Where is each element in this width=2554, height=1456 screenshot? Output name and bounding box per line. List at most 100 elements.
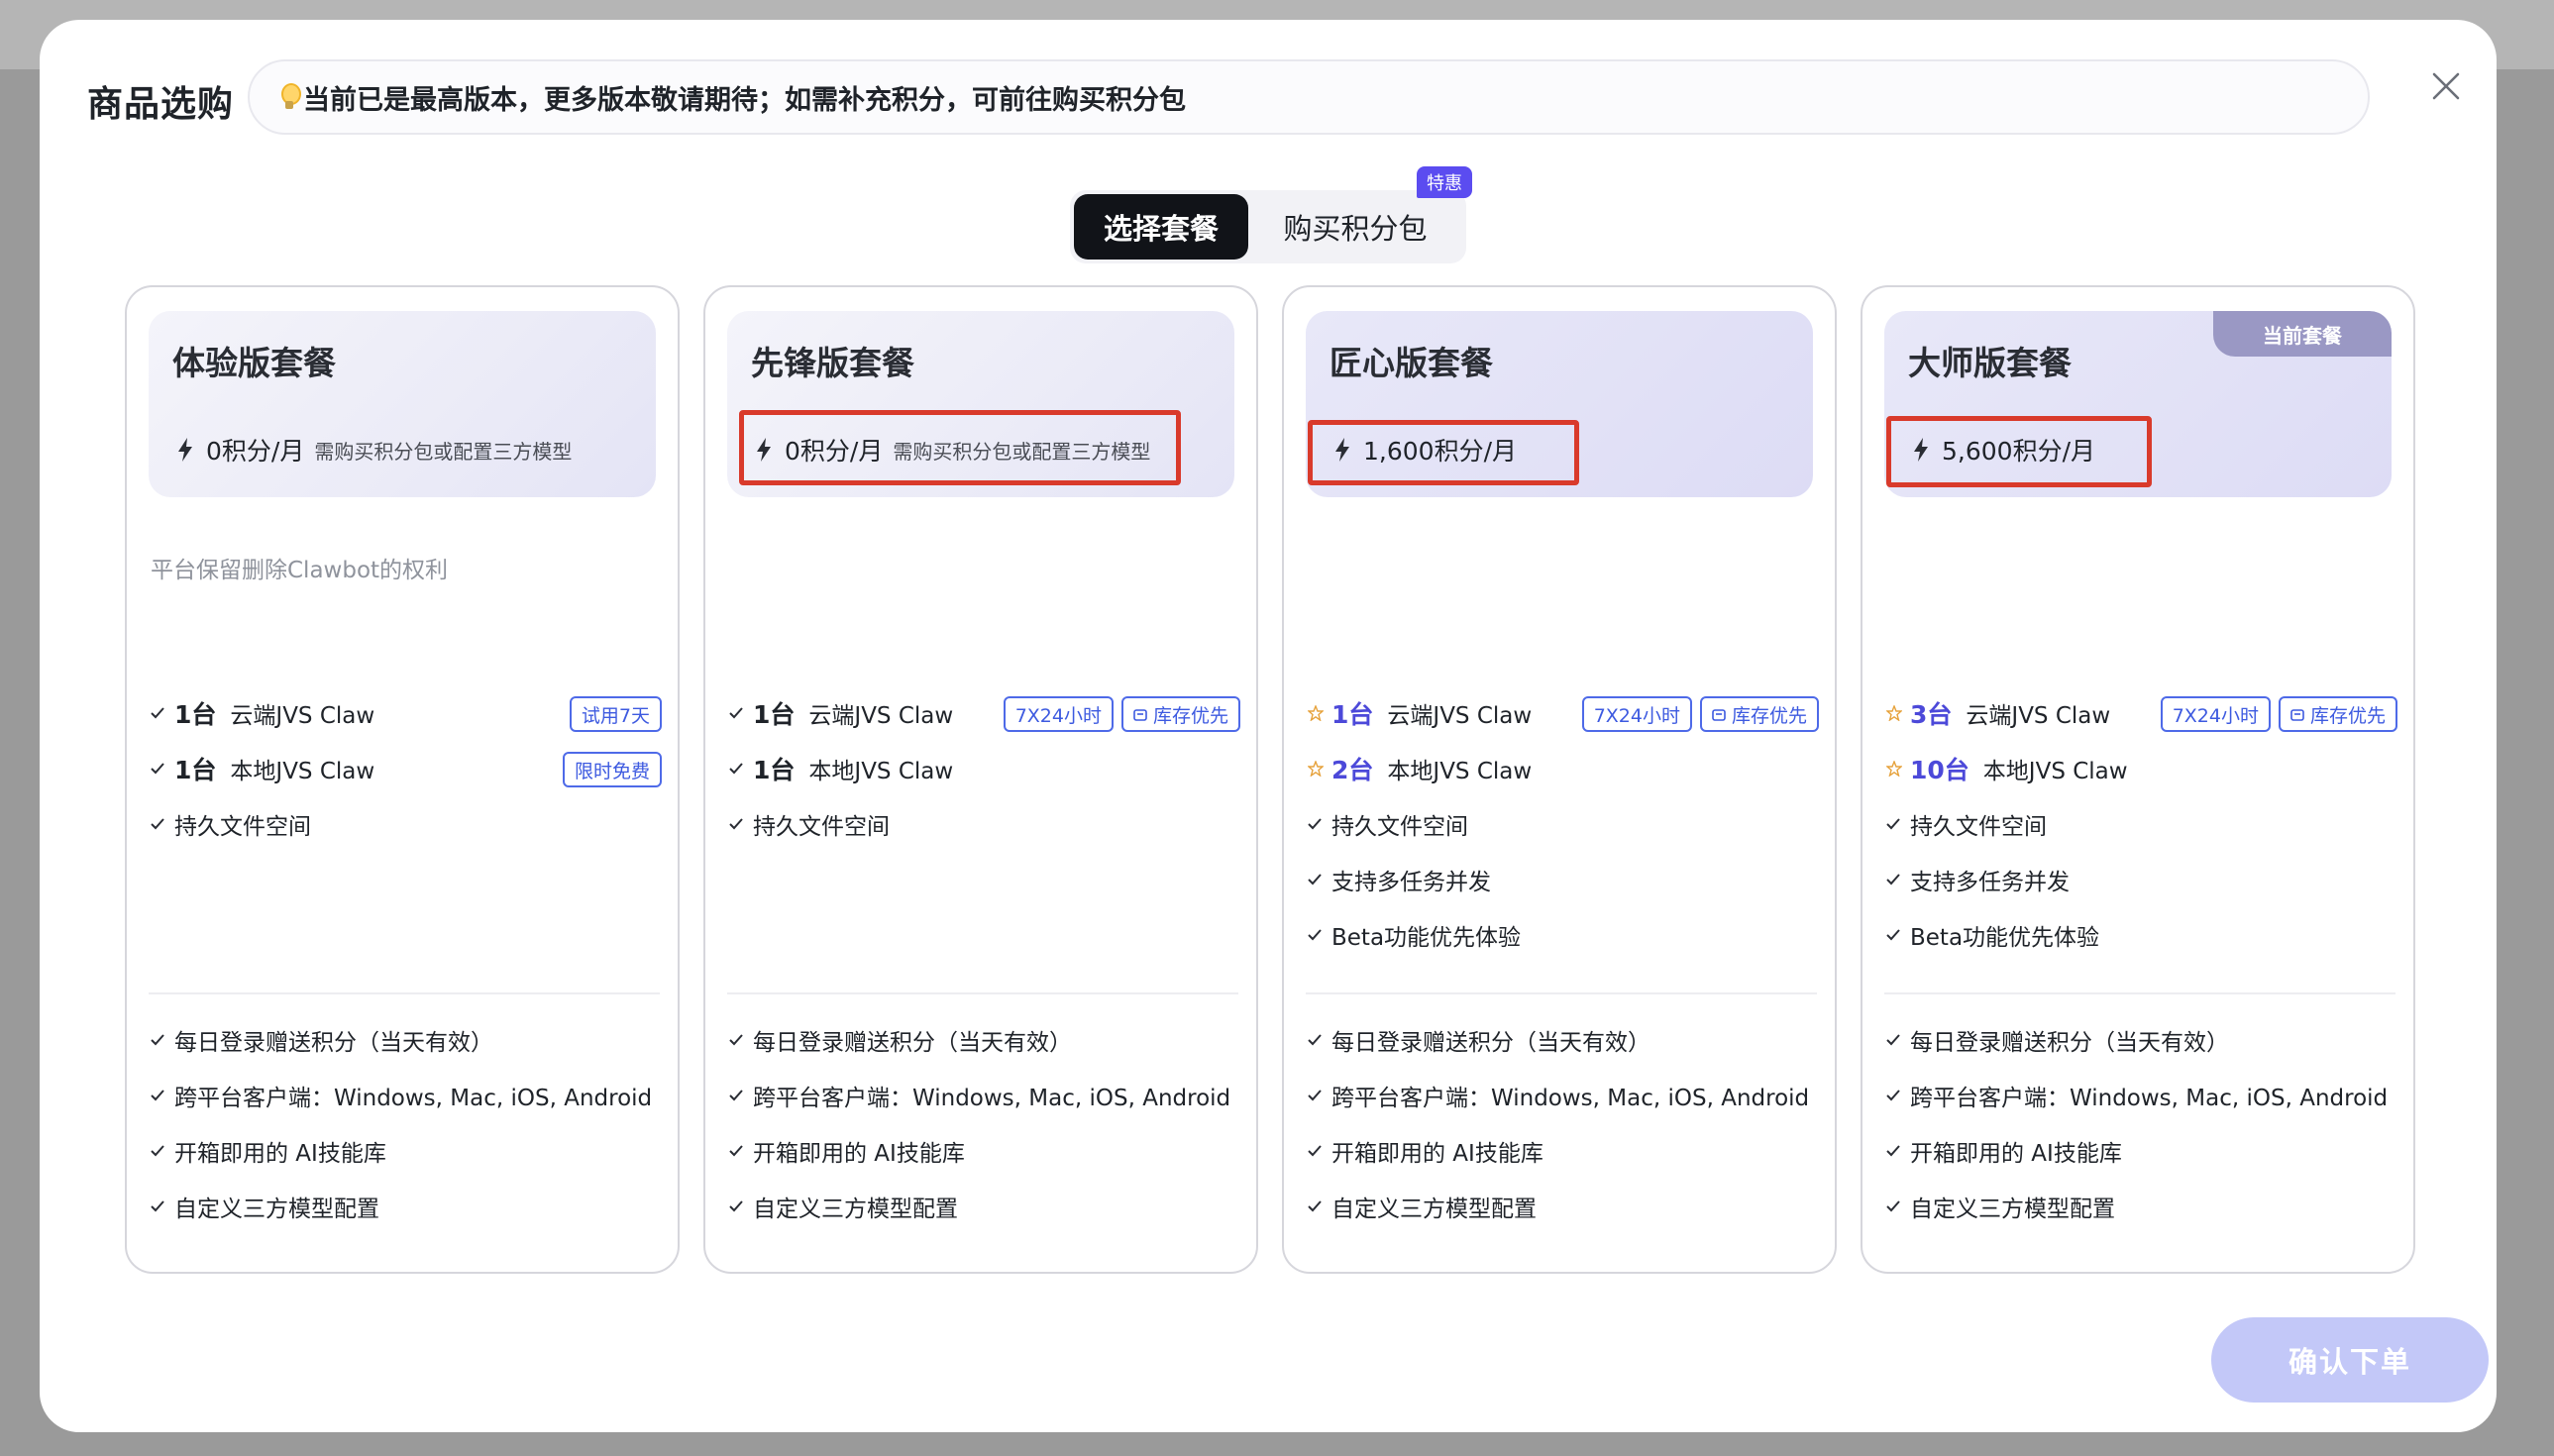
plan-card-master[interactable]: 当前套餐 大师版套餐 5,600积分/月 3台 云端JVS Claw 7X24小…: [1861, 285, 2415, 1274]
list-item: 自定义三方模型配置: [1886, 1179, 2397, 1234]
check-icon: [151, 1145, 164, 1157]
tag-badge-stock: 库存优先: [1120, 696, 1240, 732]
list-item: 自定义三方模型配置: [729, 1179, 1240, 1234]
list-item: 1台 本地JVS Claw 限时免费: [151, 741, 662, 796]
check-icon: [1308, 1034, 1322, 1046]
check-icon: [729, 1034, 743, 1046]
price-text: 5,600积分/月: [1942, 437, 2095, 466]
card-header: 体验版套餐 0积分/月 需购买积分包或配置三方模型: [149, 311, 656, 497]
common-feature-list: 每日登录赠送积分（当天有效） 跨平台客户端：Windows, Mac, iOS,…: [729, 1012, 1240, 1234]
list-item: 跨平台客户端：Windows, Mac, iOS, Android: [1886, 1068, 2397, 1123]
list-item: 1台 云端JVS Claw 7X24小时 库存优先: [1308, 685, 1819, 741]
box-icon: [1712, 709, 1726, 721]
purchase-modal: 商品选购 当前已是最高版本，更多版本敬请期待；如需补充积分，可前往购买积分包 选…: [40, 20, 2497, 1432]
feature-text: 自定义三方模型配置: [753, 1196, 958, 1222]
list-item: 支持多任务并发: [1886, 852, 2397, 907]
list-item: 跨平台客户端：Windows, Mac, iOS, Android: [1308, 1068, 1819, 1123]
list-item: 持久文件空间: [1886, 796, 2397, 852]
check-icon: [1308, 1200, 1322, 1212]
feature-text: 自定义三方模型配置: [174, 1196, 379, 1222]
star-icon: [1886, 705, 1902, 721]
check-icon: [1308, 1090, 1322, 1101]
lightning-icon: [1914, 438, 1928, 462]
card-title: 体验版套餐: [172, 344, 336, 382]
price-note: 需购买积分包或配置三方模型: [314, 439, 573, 464]
check-icon: [1308, 929, 1322, 941]
current-plan-badge: 当前套餐: [2213, 311, 2392, 357]
tag-badge: 试用7天: [569, 696, 662, 732]
feature-list: 1台 云端JVS Claw 7X24小时 库存优先 2台 本地JVS Claw …: [1308, 685, 1819, 963]
tab-buy-points[interactable]: 购买积分包: [1248, 194, 1462, 260]
list-item: 自定义三方模型配置: [1308, 1179, 1819, 1234]
price-text: 0积分/月: [785, 437, 884, 466]
check-icon: [151, 1034, 164, 1046]
feature-text: 开箱即用的 AI技能库: [1331, 1141, 1543, 1167]
plan-card-trial[interactable]: 体验版套餐 0积分/月 需购买积分包或配置三方模型 平台保留删除Clawbot的…: [125, 285, 680, 1274]
tag-text: 库存优先: [1731, 704, 1807, 727]
feature-text: Beta功能优先体验: [1910, 925, 2100, 951]
feature-text: Beta功能优先体验: [1331, 925, 1522, 951]
check-icon: [151, 1090, 164, 1101]
feature-text: 跨平台客户端：Windows, Mac, iOS, Android: [753, 1086, 1231, 1111]
notice-text: 当前已是最高版本，更多版本敬请期待；如需补充积分，可前往购买积分包: [303, 84, 1186, 116]
tab-select-plan[interactable]: 选择套餐: [1074, 194, 1248, 260]
list-item: 持久文件空间: [729, 796, 1240, 852]
check-icon: [729, 707, 743, 719]
feature-text: 开箱即用的 AI技能库: [174, 1141, 386, 1167]
check-icon: [1308, 874, 1322, 885]
list-item: 每日登录赠送积分（当天有效）: [1886, 1012, 2397, 1068]
modal-title: 商品选购: [87, 84, 235, 125]
quantity: 1台: [753, 756, 796, 784]
check-icon: [1308, 1145, 1322, 1157]
confirm-order-button[interactable]: 确认下单: [2211, 1317, 2489, 1403]
list-item: 跨平台客户端：Windows, Mac, iOS, Android: [729, 1068, 1240, 1123]
check-icon: [151, 1200, 164, 1212]
card-header: 先锋版套餐 0积分/月 需购买积分包或配置三方模型: [727, 311, 1234, 497]
plan-card-pioneer[interactable]: 先锋版套餐 0积分/月 需购买积分包或配置三方模型 1台 云端JVS Claw …: [703, 285, 1258, 1274]
box-icon: [2290, 709, 2304, 721]
feature-text: 跨平台客户端：Windows, Mac, iOS, Android: [1331, 1086, 1810, 1111]
feature-text: 每日登录赠送积分（当天有效）: [1910, 1030, 2229, 1056]
box-icon: [1133, 709, 1147, 721]
divider: [1306, 992, 1817, 994]
close-button[interactable]: [2421, 61, 2471, 111]
list-item: 2台 本地JVS Claw: [1308, 741, 1819, 796]
tag-badge: 7X24小时: [1003, 696, 1114, 732]
feature-text: 每日登录赠送积分（当天有效）: [753, 1030, 1072, 1056]
divider: [727, 992, 1238, 994]
price-row: 0积分/月 需购买积分包或配置三方模型: [755, 432, 1150, 468]
feature-list: 3台 云端JVS Claw 7X24小时 库存优先 10台 本地JVS Claw…: [1886, 685, 2397, 963]
price-row: 0积分/月 需购买积分包或配置三方模型: [176, 432, 572, 468]
check-icon: [729, 818, 743, 830]
price-row: 5,600积分/月: [1912, 432, 2095, 468]
check-icon: [151, 707, 164, 719]
feature-text: 每日登录赠送积分（当天有效）: [174, 1030, 493, 1056]
check-icon: [151, 818, 164, 830]
check-icon: [729, 1145, 743, 1157]
list-item: 支持多任务并发: [1308, 852, 1819, 907]
check-icon: [1886, 1145, 1900, 1157]
feature-text: 跨平台客户端：Windows, Mac, iOS, Android: [1910, 1086, 2389, 1111]
card-title: 匠心版套餐: [1330, 344, 1493, 382]
feature-text: 自定义三方模型配置: [1910, 1196, 2115, 1222]
plan-card-craftsman[interactable]: 匠心版套餐 1,600积分/月 1台 云端JVS Claw 7X24小时 库存优…: [1282, 285, 1837, 1274]
feature-list: 1台 云端JVS Claw 试用7天 1台 本地JVS Claw 限时免费 持久…: [151, 685, 662, 852]
quantity: 2台: [1331, 756, 1374, 784]
star-icon: [1308, 705, 1324, 721]
check-icon: [1886, 929, 1900, 941]
list-item: 每日登录赠送积分（当天有效）: [1308, 1012, 1819, 1068]
feature-text: 持久文件空间: [174, 814, 311, 840]
check-icon: [1886, 874, 1900, 885]
tag-text: 库存优先: [1152, 704, 1228, 727]
price-text: 1,600积分/月: [1363, 437, 1517, 466]
feature-text: 开箱即用的 AI技能库: [753, 1141, 965, 1167]
list-item: 1台 云端JVS Claw 试用7天: [151, 685, 662, 741]
check-icon: [1308, 818, 1322, 830]
list-item: 开箱即用的 AI技能库: [729, 1123, 1240, 1179]
price-row: 1,600积分/月: [1333, 432, 1517, 468]
lightbulb-icon: [279, 83, 301, 111]
feature-list: 1台 云端JVS Claw 7X24小时 库存优先 1台 本地JVS Claw …: [729, 685, 1240, 852]
feature-text: 云端JVS Claw: [1387, 703, 1533, 729]
list-item: 自定义三方模型配置: [151, 1179, 662, 1234]
feature-text: 本地JVS Claw: [230, 759, 375, 784]
